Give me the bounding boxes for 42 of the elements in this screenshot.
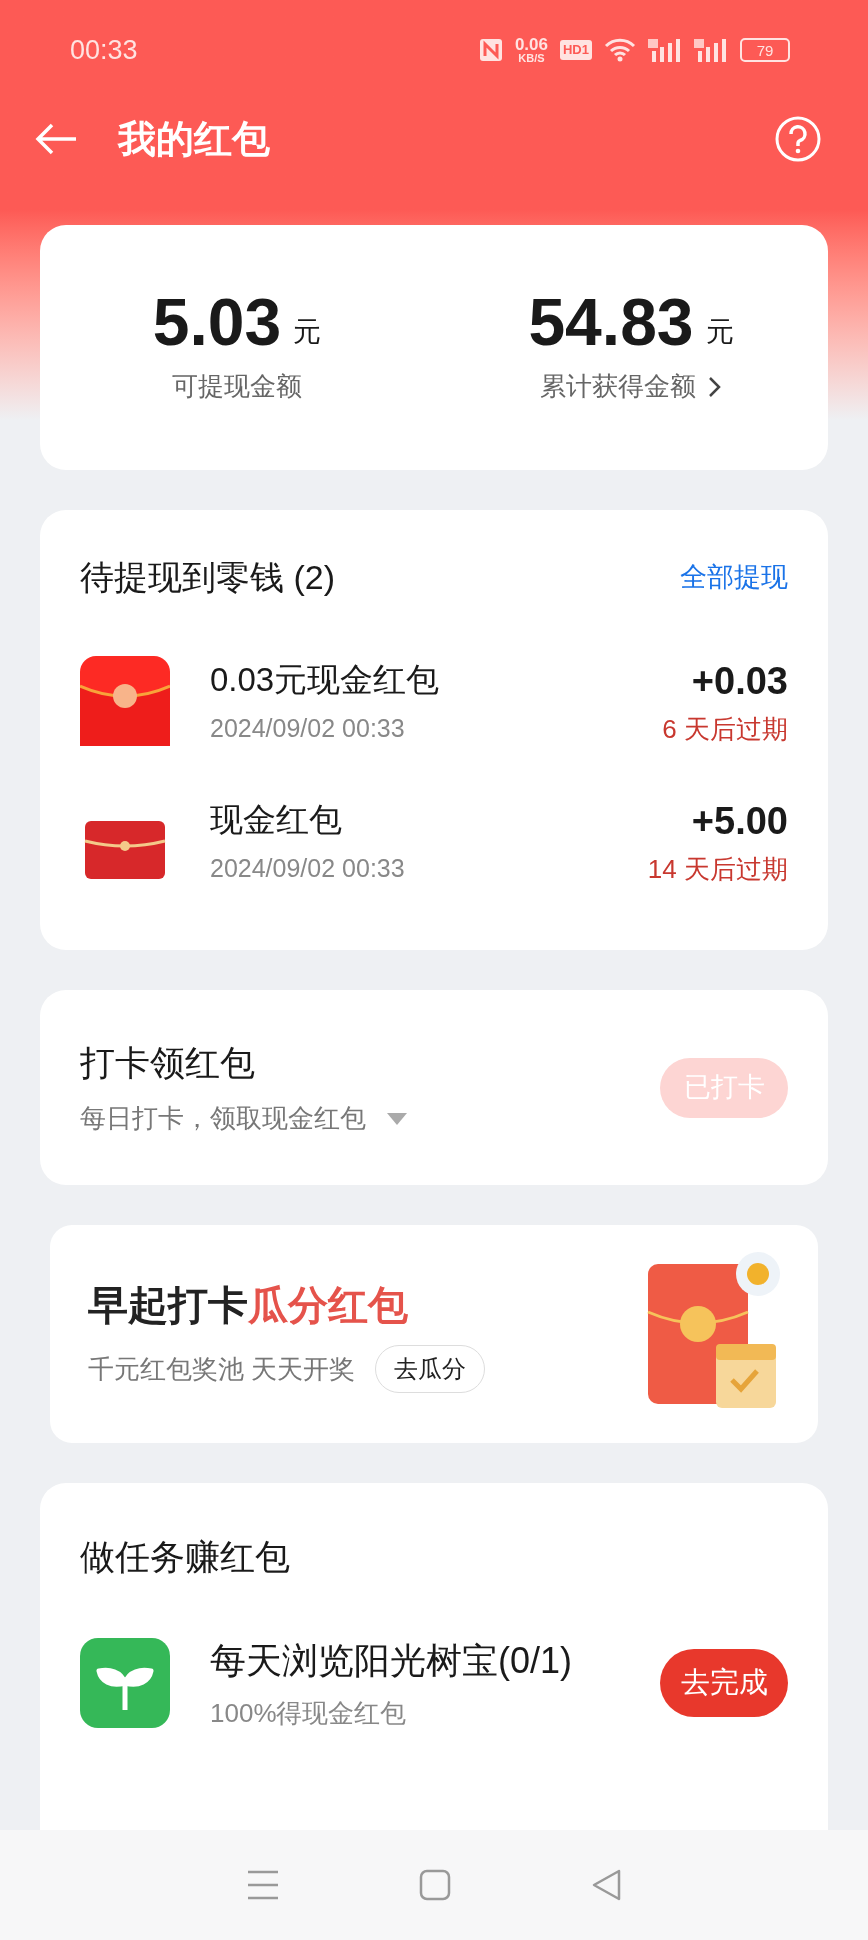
expiry-label: 6 天后过期	[662, 713, 788, 746]
packet-amount: +5.00	[691, 799, 788, 844]
menu-icon[interactable]	[247, 1870, 279, 1900]
network-speed: 0.06	[514, 36, 548, 53]
battery-icon: 79	[740, 38, 790, 62]
chevron-icon[interactable]	[708, 375, 722, 398]
section-title: 做任务赚红包	[80, 1536, 291, 1578]
speed-unit: KB/S	[518, 53, 545, 64]
packet-title: 0.03元现金红包	[210, 659, 441, 700]
balance-label: 可提现金额	[172, 370, 302, 403]
currency-unit: 元	[705, 315, 734, 349]
sprout-icon	[80, 1638, 170, 1728]
wifi-icon	[604, 38, 636, 62]
packet-amount: +0.03	[691, 659, 788, 704]
withdraw-all-link[interactable]: 全部提现	[680, 557, 788, 598]
balance-label: 累计获得金额	[540, 370, 696, 403]
page-title: 我的红包	[118, 116, 270, 162]
expiry-label: 14 天后过期	[647, 853, 788, 886]
promo-title: 早起打卡瓜分红包	[88, 1282, 409, 1329]
packet-title: 现金红包	[210, 799, 343, 840]
signal-icon	[694, 37, 728, 63]
currency-unit: 元	[293, 315, 322, 349]
promo-subtitle: 千元红包奖池 天天开奖	[88, 1352, 356, 1386]
checkin-subtitle: 每日打卡，领取现金红包	[80, 1102, 366, 1136]
checkin-title: 打卡领红包	[80, 1041, 256, 1084]
hd-badge: HD1	[560, 40, 592, 60]
packet-date: 2024/09/02 00:33	[210, 853, 406, 884]
nfc-icon	[478, 38, 503, 62]
dropdown-icon[interactable]	[386, 1111, 408, 1126]
help-icon[interactable]	[774, 115, 822, 163]
balance-amount: 54.83	[528, 289, 694, 355]
task-title: 每天浏览阳光树宝(0/1)	[210, 1638, 573, 1683]
home-icon[interactable]	[419, 1869, 451, 1901]
packet-date: 2024/09/02 00:33	[210, 713, 406, 744]
complete-button[interactable]: 去完成	[660, 1649, 788, 1717]
task-subtitle: 100%得现金红包	[210, 1696, 408, 1730]
balance-amount: 5.03	[152, 289, 282, 355]
packet-icon	[80, 656, 170, 746]
signal-icon	[648, 37, 682, 63]
status-time: 00:33	[70, 33, 138, 67]
section-title: 待提现到零钱 (2)	[80, 557, 335, 598]
back-icon[interactable]	[591, 1869, 621, 1901]
